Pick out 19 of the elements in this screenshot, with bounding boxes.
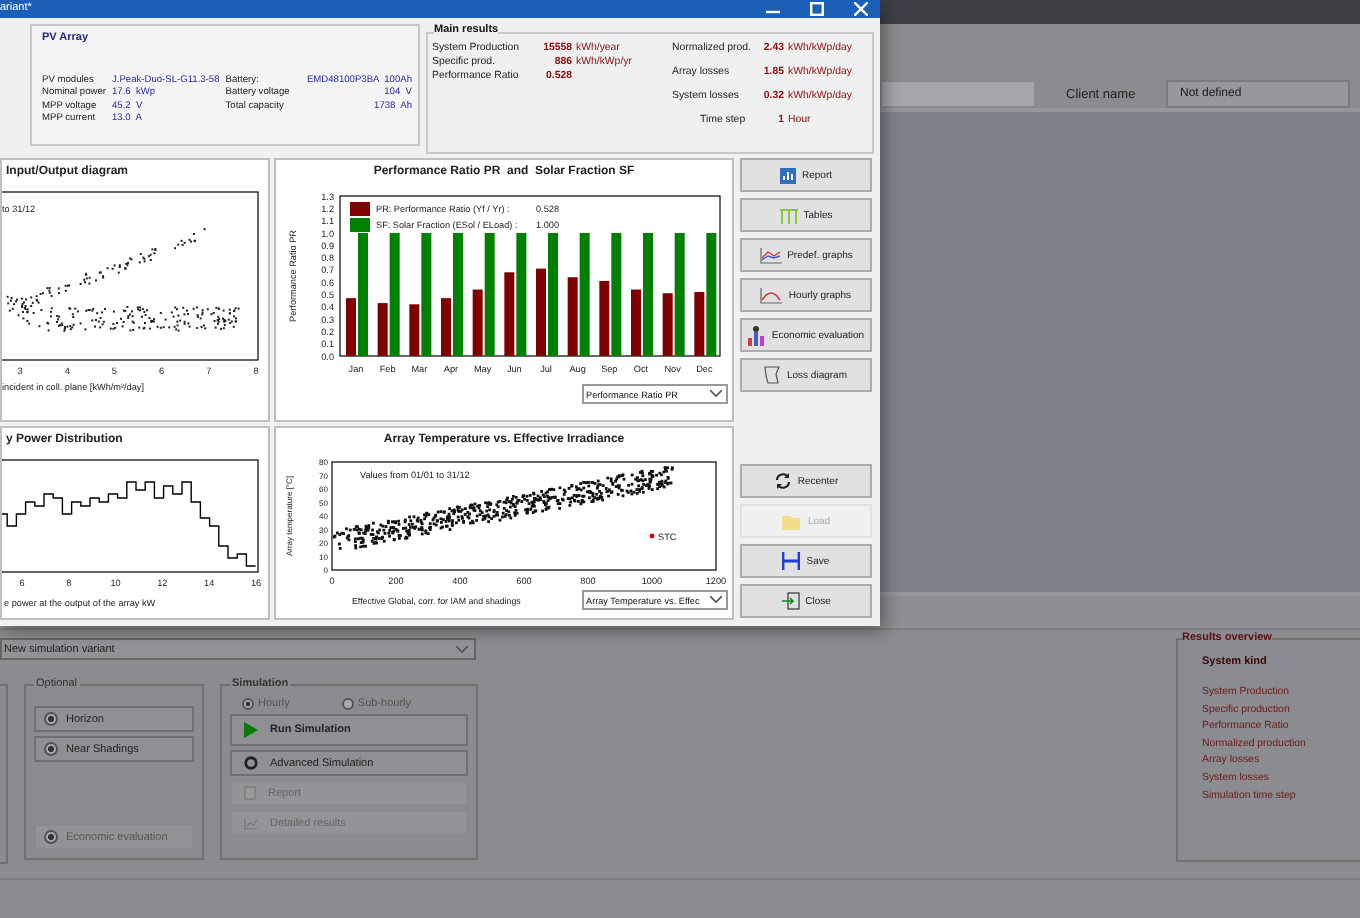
refresh-icon (773, 472, 792, 490)
chevron-down-icon (456, 645, 468, 653)
text-field[interactable] (882, 82, 1034, 106)
chevron-down-icon (710, 390, 722, 398)
folder-icon (781, 513, 802, 529)
loss-diagram-icon (764, 366, 781, 384)
curve-chart-icon (760, 287, 783, 303)
chart-icon (244, 817, 258, 829)
stc-marker-icon (648, 533, 654, 539)
report-icon (779, 167, 796, 183)
document-icon (244, 786, 256, 800)
chevron-down-icon (710, 596, 722, 604)
close-icon[interactable] (854, 1, 868, 16)
play-icon (244, 722, 258, 738)
table-icon (779, 207, 798, 223)
line-chart-icon (759, 247, 782, 263)
save-icon (782, 552, 801, 570)
maximize-icon[interactable] (810, 1, 824, 16)
exit-icon (781, 592, 800, 610)
